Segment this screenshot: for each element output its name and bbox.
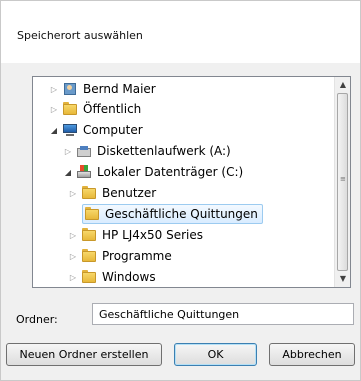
folder-icon [63, 102, 77, 116]
tree-item-label: HP LJ4x50 Series [102, 228, 204, 242]
tree-item-label: Benutzer [102, 186, 157, 200]
folder-label: Ordner: [16, 313, 58, 326]
user-icon [63, 82, 77, 96]
scrollbar-thumb[interactable]: ≡ [337, 93, 348, 271]
tree-item-label: Windows [102, 270, 156, 284]
tree-item-label: Computer [83, 123, 143, 137]
tree-item-local-disk[interactable]: ◢ Lokaler Datenträger (C:) [63, 162, 350, 182]
scroll-up-icon[interactable]: ▲ [335, 77, 350, 93]
folder-icon [82, 186, 96, 200]
folder-icon [82, 228, 96, 242]
tree-item-label: Diskettenlaufwerk (A:) [97, 144, 231, 158]
cancel-button[interactable]: Abbrechen [269, 343, 355, 366]
tree-scrollbar[interactable]: ▲ ≡ ▼ [334, 77, 350, 287]
dialog-title: Speicherort auswählen [17, 29, 143, 42]
tree-item-label: Öffentlich [83, 102, 142, 116]
collapse-icon[interactable]: ◢ [49, 126, 59, 135]
expand-icon[interactable]: ▷ [68, 189, 78, 198]
new-folder-button[interactable]: Neuen Ordner erstellen [6, 343, 162, 366]
folder-icon [82, 270, 96, 284]
folder-tree[interactable]: ▷ Bernd Maier ▷ Öffentlich ◢ Computer ▷ … [32, 76, 351, 288]
tree-item-label: Geschäftliche Quittungen [105, 207, 258, 221]
computer-icon [63, 123, 77, 137]
scroll-down-icon[interactable]: ▼ [335, 271, 350, 287]
tree-item-hp-series[interactable]: ▷ HP LJ4x50 Series [68, 225, 350, 245]
tree-item-label: Lokaler Datenträger (C:) [97, 165, 244, 179]
folder-icon [82, 249, 96, 263]
tree-item-public[interactable]: ▷ Öffentlich [49, 99, 349, 119]
floppy-drive-icon [77, 144, 91, 158]
expand-icon[interactable]: ▷ [68, 273, 78, 282]
tree-item-benutzer[interactable]: ▷ Benutzer [68, 183, 350, 203]
save-location-dialog: Speicherort auswählen ▷ Bernd Maier ▷ Öf… [0, 0, 361, 381]
hard-drive-icon [77, 165, 91, 179]
tree-item-geschaeftliche-quittungen[interactable]: ▷ Geschäftliche Quittungen [68, 204, 263, 224]
expand-icon[interactable]: ▷ [68, 252, 78, 261]
expand-icon[interactable]: ▷ [68, 231, 78, 240]
ok-button[interactable]: OK [174, 343, 257, 366]
tree-item-computer[interactable]: ◢ Computer [49, 120, 349, 140]
tree-item-label: Programme [102, 249, 172, 263]
expand-icon[interactable]: ▷ [63, 147, 73, 156]
expand-icon[interactable]: ▷ [49, 105, 59, 114]
expand-icon[interactable]: ▷ [49, 85, 59, 94]
folder-icon [85, 207, 99, 221]
folder-name-input[interactable] [92, 303, 354, 325]
collapse-icon[interactable]: ◢ [63, 168, 73, 177]
tree-item-windows[interactable]: ▷ Windows [68, 267, 350, 287]
tree-item-bernd-maier[interactable]: ▷ Bernd Maier [49, 79, 349, 99]
grip-icon: ≡ [340, 175, 346, 183]
tree-item-programme[interactable]: ▷ Programme [68, 246, 350, 266]
tree-item-label: Bernd Maier [83, 82, 156, 96]
tree-item-floppy-drive[interactable]: ▷ Diskettenlaufwerk (A:) [63, 141, 350, 161]
selection-highlight[interactable]: Geschäftliche Quittungen [82, 204, 263, 224]
dialog-header: Speicherort auswählen [1, 1, 360, 63]
